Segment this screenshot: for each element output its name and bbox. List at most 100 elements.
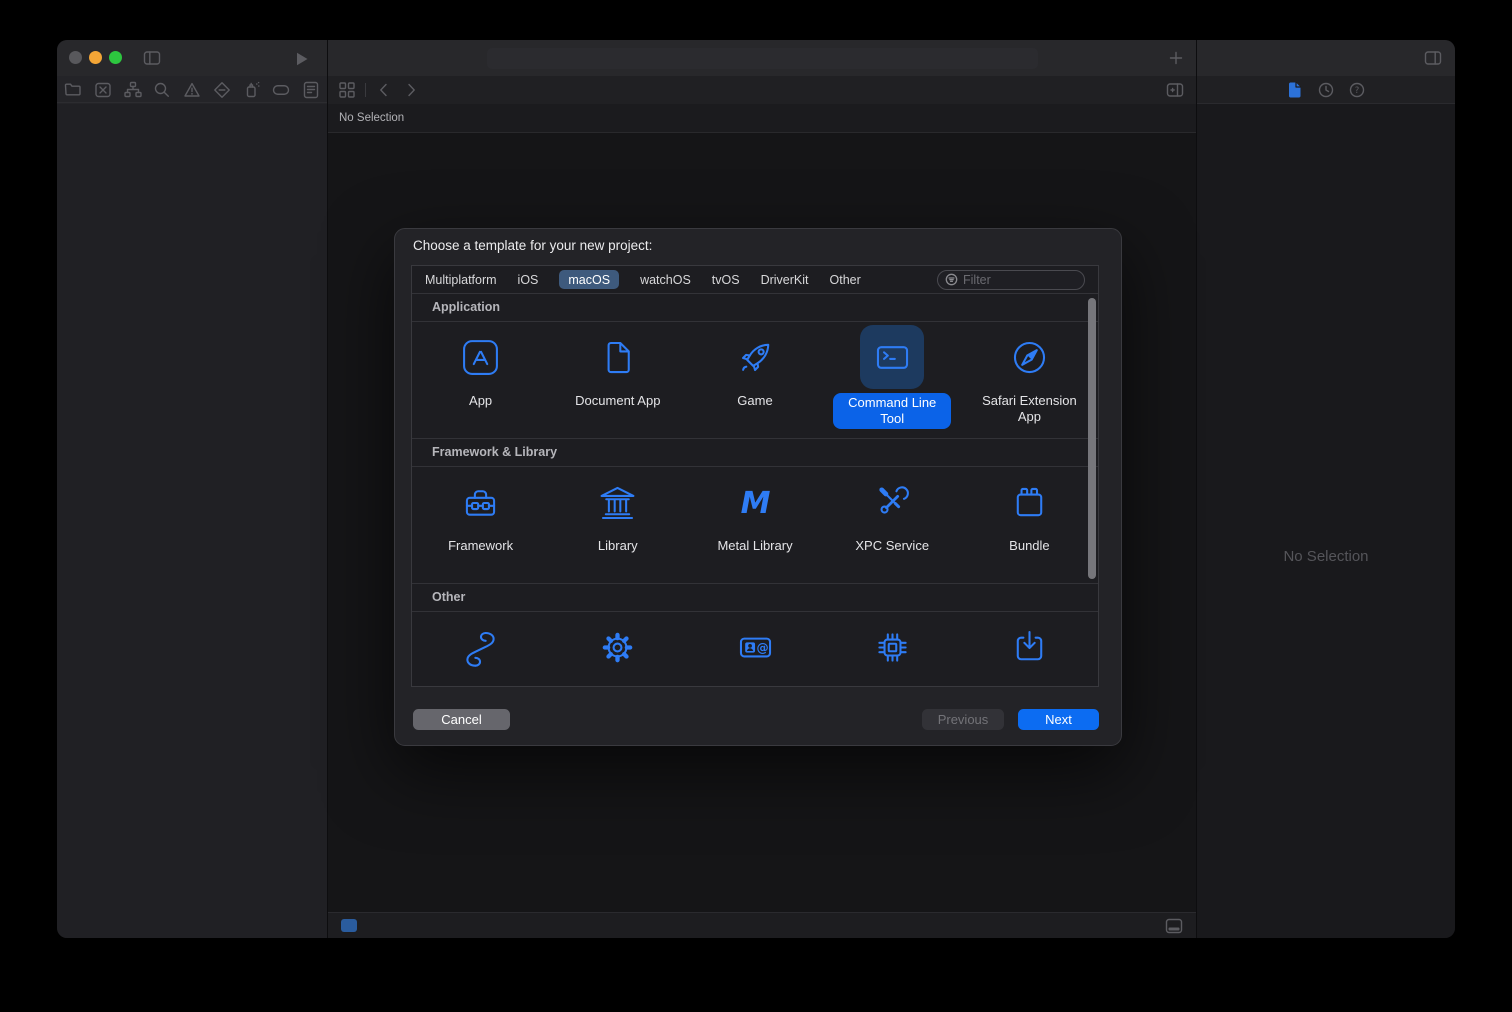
template-chip[interactable]: [824, 612, 961, 687]
template-metal-library[interactable]: MMetal Library: [686, 467, 823, 583]
xmark-square-icon[interactable]: [94, 81, 112, 99]
template-app[interactable]: App: [412, 322, 549, 438]
template-row: Framework Library MMetal Library XPC Servic…: [412, 467, 1098, 584]
clock-icon[interactable]: [1317, 81, 1335, 99]
hierarchy-icon[interactable]: [124, 81, 142, 99]
template-row: App Document App Game Command Line Tool Safa…: [412, 322, 1098, 439]
template-safari-extension-app[interactable]: Safari Extension App: [961, 322, 1098, 438]
toolbar-activity-field[interactable]: [487, 48, 1038, 69]
scrollbar-thumb[interactable]: [1088, 298, 1096, 579]
template-label: Document App: [575, 393, 660, 409]
file-icon[interactable]: [1286, 81, 1304, 99]
template-bundle[interactable]: Bundle: [961, 467, 1098, 583]
template-xpc-service[interactable]: XPC Service: [824, 467, 961, 583]
platform-tab-other[interactable]: Other: [830, 270, 861, 289]
filter-input[interactable]: [963, 273, 1077, 287]
terminal-icon: [860, 325, 924, 389]
inspector-panel: ? No Selection: [1197, 76, 1455, 938]
folder-icon[interactable]: [64, 81, 82, 99]
breakpoint-activate-icon[interactable]: [341, 919, 357, 932]
template-script[interactable]: [412, 612, 549, 687]
svg-text:@: @: [756, 640, 768, 654]
rocket-icon: [723, 325, 787, 389]
traffic-close-button[interactable]: [69, 51, 82, 64]
previous-button[interactable]: Previous: [922, 709, 1004, 730]
dialog-title: Choose a template for your new project:: [413, 238, 652, 253]
sidebar-left-toggle-icon[interactable]: [143, 49, 161, 67]
template-label: Command Line Tool: [833, 393, 951, 429]
window-toolbar: [57, 40, 1455, 76]
traffic-zoom-button[interactable]: [109, 51, 122, 64]
template-library[interactable]: Library: [549, 467, 686, 583]
right-panel-divider: [1196, 40, 1197, 938]
traffic-minimize-button[interactable]: [89, 51, 102, 64]
template-install[interactable]: [961, 612, 1098, 687]
appstore-icon: [449, 325, 513, 389]
platform-tab-multiplatform[interactable]: Multiplatform: [425, 270, 497, 289]
help-icon[interactable]: ?: [1348, 81, 1366, 99]
dialog-buttons: Cancel Previous Next: [413, 708, 1099, 730]
template-row: @: [412, 612, 1098, 687]
template-framework[interactable]: Framework: [412, 467, 549, 583]
template-gear[interactable]: [549, 612, 686, 687]
breakpoint-icon[interactable]: [272, 81, 290, 99]
platform-tab-driverkit[interactable]: DriverKit: [761, 270, 809, 289]
safari-icon: [997, 325, 1061, 389]
template-label: Safari Extension App: [970, 393, 1088, 425]
breadcrumb-text: No Selection: [339, 112, 404, 124]
bank-icon: [586, 470, 650, 534]
script-icon: [449, 615, 513, 679]
section-header-other: Other: [412, 584, 1098, 612]
platform-tab-macos[interactable]: macOS: [559, 270, 619, 289]
chevron-left-icon[interactable]: [375, 81, 393, 99]
breadcrumb: No Selection: [328, 104, 1196, 133]
spray-icon[interactable]: [243, 81, 261, 99]
navigator-tab-bar: [57, 76, 327, 104]
tools-icon: [860, 470, 924, 534]
svg-text:M: M: [740, 485, 770, 520]
template-label: App: [469, 393, 492, 409]
filter-field[interactable]: [937, 270, 1085, 290]
platform-tab-watchos[interactable]: watchOS: [640, 270, 691, 289]
new-tab-icon[interactable]: [1167, 49, 1185, 67]
grid-icon[interactable]: [338, 81, 356, 99]
next-button[interactable]: Next: [1018, 709, 1099, 730]
template-contact-card[interactable]: @: [686, 612, 823, 687]
cancel-button[interactable]: Cancel: [413, 709, 510, 730]
debug-bar: [328, 912, 1196, 938]
template-label: XPC Service: [855, 538, 929, 554]
template-document-app[interactable]: Document App: [549, 322, 686, 438]
template-command-line-tool[interactable]: Command Line Tool: [824, 322, 961, 438]
svg-text:?: ?: [1355, 86, 1360, 96]
test-diamond-icon[interactable]: [213, 81, 231, 99]
template-label: Framework: [448, 538, 513, 554]
section-header-application: Application: [412, 294, 1098, 322]
inspector-tab-bar: ?: [1197, 76, 1455, 104]
search-icon[interactable]: [153, 81, 171, 99]
template-game[interactable]: Game: [686, 322, 823, 438]
jumpbar-separator: [365, 83, 366, 97]
filter-icon: [945, 273, 958, 286]
document-icon: [586, 325, 650, 389]
section-header-framework-library: Framework & Library: [412, 439, 1098, 467]
editor-jump-bar: [328, 76, 1196, 104]
platform-tab-tvos[interactable]: tvOS: [712, 270, 740, 289]
sidebar-right-toggle-icon[interactable]: [1424, 49, 1442, 67]
warning-icon[interactable]: [183, 81, 201, 99]
run-button-icon[interactable]: [293, 50, 311, 68]
navigator-divider: [57, 102, 327, 103]
add-editor-icon[interactable]: [1166, 81, 1184, 99]
debug-area-toggle-icon[interactable]: [1165, 917, 1183, 935]
toolbox-icon: [449, 470, 513, 534]
chevron-right-icon[interactable]: [402, 81, 420, 99]
template-label: Game: [737, 393, 772, 409]
navigator-panel: [57, 76, 327, 938]
template-label: Bundle: [1009, 538, 1049, 554]
report-icon[interactable]: [302, 81, 320, 99]
left-panel-divider: [327, 40, 328, 938]
platform-tab-ios[interactable]: iOS: [518, 270, 539, 289]
new-project-dialog: Choose a template for your new project: …: [394, 228, 1122, 746]
bundle-icon: [997, 470, 1061, 534]
template-label: Library: [598, 538, 638, 554]
contact-card-icon: @: [723, 615, 787, 679]
